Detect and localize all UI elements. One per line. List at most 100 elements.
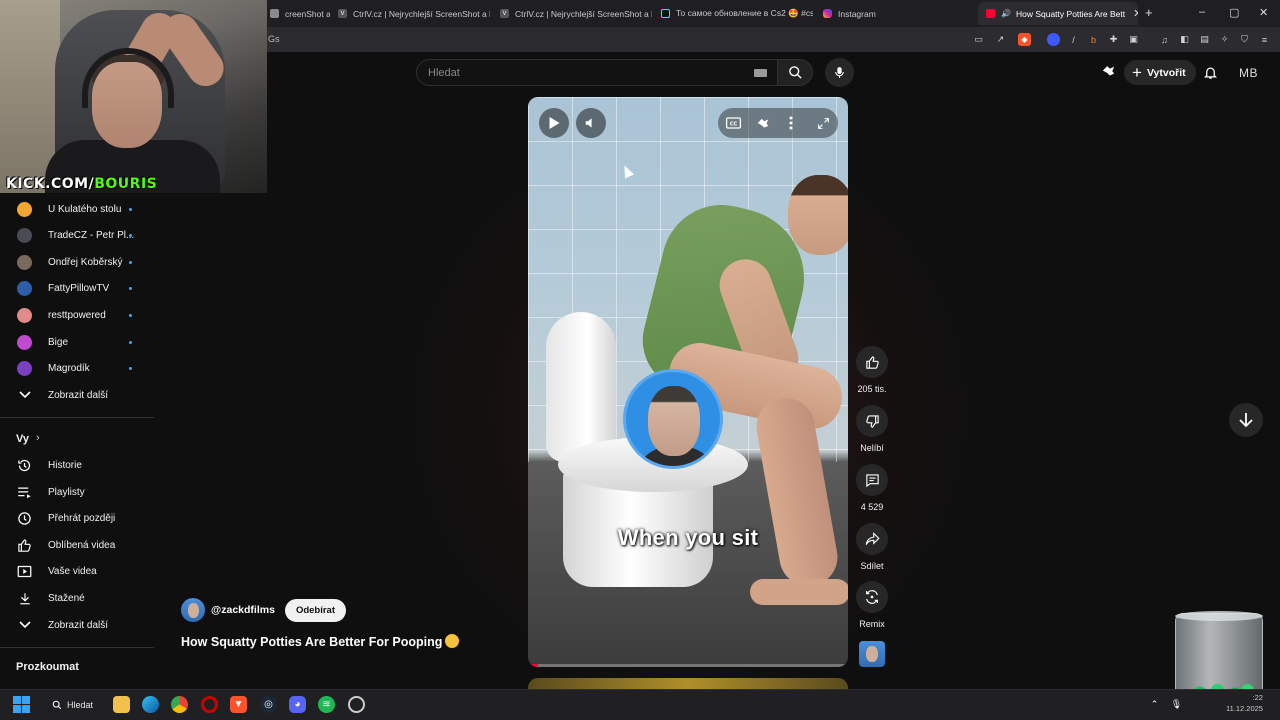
sidebar-toggle-icon[interactable]: ◧ [1178,33,1191,46]
close-tab-icon[interactable]: ✕ [1125,7,1138,20]
sidebar-item-your-videos[interactable]: Vaše videa [0,558,155,584]
sidebar-show-more[interactable]: Zobrazit další [0,382,155,408]
search-input[interactable]: Hledat [416,59,778,86]
notifications-bell-icon[interactable] [1203,64,1218,81]
video-toilet-lid [546,312,616,462]
like-button[interactable]: 205 tis. [855,346,889,394]
video-progress-bar[interactable] [528,664,848,667]
channel-handle[interactable]: @zackdfilms [211,604,275,616]
sidebar-item-liked-videos[interactable]: Oblíbená videa [0,532,155,558]
thumb-up-icon [865,355,879,369]
channel-thumbnail[interactable] [859,641,885,667]
create-magic-icon[interactable] [1101,63,1116,78]
microphone-icon [835,67,844,78]
discord-icon[interactable]: ◕ [289,696,306,713]
channel-avatar[interactable] [181,598,205,622]
cc-icon: CC [725,117,741,129]
browser-tab[interactable]: Instagram [815,2,975,25]
edge-browser-icon[interactable] [142,696,159,713]
wallet-icon[interactable]: ▤ [1198,33,1211,46]
maximize-button[interactable]: ▢ [1229,6,1239,19]
cast-icon[interactable]: ▭ [972,33,985,46]
spotify-icon[interactable]: ≋ [318,696,335,713]
sidebar-subscription-item[interactable]: Magrodík [0,355,155,381]
brave-shields-icon[interactable]: ◆ [1018,33,1031,46]
screenshot-icon[interactable]: ▣ [1127,33,1140,46]
extension-icon[interactable]: / [1067,33,1080,46]
tray-microphone-icon[interactable]: 🎙 [1168,696,1185,713]
account-avatar[interactable]: MB [1239,66,1258,80]
extension-icon[interactable] [1047,33,1060,46]
remix-button[interactable]: Remix [855,581,889,629]
browser-tab[interactable]: V CtrlV.cz | Nejrychlejší ScreenShot a P [492,2,652,25]
fullscreen-button[interactable] [810,108,836,138]
shorts-video-player[interactable]: When you sit CC [528,97,848,667]
voice-search-button[interactable] [825,58,854,87]
clock-time: :22 [1252,693,1263,702]
browser-tab[interactable]: creenShot a P [262,2,330,25]
sidebar-subscription-item[interactable]: FattyPillowTV [0,275,155,301]
tab-title: CtrlV.cz | Nejrychlejší ScreenShot a P [353,8,490,19]
chevron-right-icon: › [36,432,40,444]
windows-taskbar [0,689,1280,720]
subscribe-button[interactable]: Odebírat [284,598,346,622]
search-placeholder: Hledat [428,67,460,79]
tab-title: How Squatty Potties Are Bett [1015,8,1126,19]
app-icon[interactable] [348,696,365,713]
menu-icon[interactable]: ≡ [1258,33,1271,46]
channel-avatar [17,227,32,243]
extensions-puzzle-icon[interactable]: ✚ [1107,33,1120,46]
url-text[interactable]: Gs [268,34,280,44]
browser-tab[interactable]: То самое обновление в Cs2 🤩 #cs [653,2,813,25]
dislike-button[interactable]: Nelíbí [855,405,889,453]
magic-effect-icon [757,118,769,128]
keyboard-icon[interactable] [754,69,767,77]
more-options-button[interactable] [780,108,802,138]
play-button[interactable] [539,108,569,138]
sidebar-show-more[interactable]: Zobrazit další [0,612,155,638]
tray-chevron-up-icon[interactable]: ⌃ [1146,696,1163,713]
sidebar-subscription-item[interactable]: Ondřej Koběrský [0,249,155,275]
close-window-button[interactable]: ✕ [1259,6,1268,19]
sidebar-subscription-item[interactable]: resttpowered [0,302,155,328]
sidebar-subscription-item[interactable]: U Kulatého stolu [0,196,155,222]
sidebar-item-history[interactable]: Historie [0,452,155,478]
chrome-icon[interactable] [171,696,188,713]
windows-start-icon[interactable] [13,696,30,713]
next-short-button[interactable] [1229,403,1263,437]
taskbar-clock[interactable]: :22 11.12.2025 [1226,692,1263,714]
sidebar-item-downloads[interactable]: Stažené [0,585,155,611]
search-button[interactable] [777,59,813,86]
volume-button[interactable] [576,108,606,138]
sidebar-item-watch-later[interactable]: Přehrát později [0,505,155,531]
captions-button[interactable]: CC [720,108,746,138]
sidebar-item-playlists[interactable]: Playlisty [0,479,155,505]
effects-button[interactable] [750,108,776,138]
share-button[interactable]: Sdílet [855,523,889,571]
opera-icon[interactable] [201,696,218,713]
share-page-icon[interactable]: ↗ [994,33,1007,46]
minimize-button[interactable]: – [1199,6,1205,18]
video-title[interactable]: How Squatty Potties Are Better For Poopi… [181,634,460,649]
search-icon [788,66,802,79]
media-icon[interactable]: ♫ [1158,33,1171,46]
browser-tab-active[interactable]: 🔊 How Squatty Potties Are Bett ✕ [978,2,1138,25]
sidebar-subscription-item[interactable]: TradeCZ - Petr Pl... [0,222,155,248]
volume-icon [585,118,592,128]
browser-tab[interactable]: V CtrlV.cz | Nejrychlejší ScreenShot a P [330,2,490,25]
extension-icon[interactable]: b [1087,33,1100,46]
vpn-shield-icon[interactable]: ⛉ [1238,33,1251,46]
sidebar-you-header[interactable]: Vy › [0,426,155,452]
sidebar-subscription-item[interactable]: Bige [0,329,155,355]
leo-ai-icon[interactable]: ✧ [1218,33,1231,46]
comments-button[interactable]: 4 529 [855,464,889,512]
clock-icon [18,511,31,525]
audio-playing-icon[interactable]: 🔊 [1001,9,1011,18]
brave-browser-icon[interactable]: ▼ [230,696,247,713]
taskbar-search[interactable]: Hledat [44,694,103,715]
channel-avatar [17,360,32,376]
file-explorer-icon[interactable] [113,696,130,713]
new-tab-button[interactable]: + [1145,5,1153,20]
steam-icon[interactable]: ◎ [260,696,277,713]
create-button[interactable]: + Vytvořit [1124,60,1196,85]
